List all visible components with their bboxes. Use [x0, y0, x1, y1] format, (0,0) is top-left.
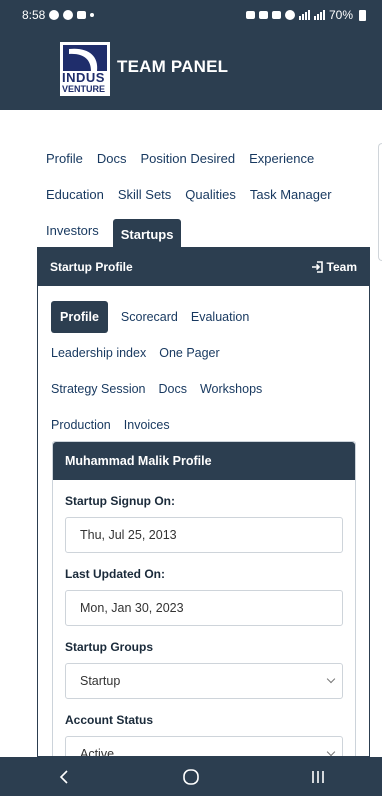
subtab-docs[interactable]: Docs [159, 382, 187, 396]
status-time: 8:58 [22, 8, 46, 22]
wifi-icon [284, 10, 295, 20]
app-title: TEAM PANEL [117, 57, 229, 76]
top-tabs: Profile Docs Position Desired Experience… [46, 140, 366, 250]
back-button[interactable] [34, 757, 94, 796]
startup-groups-select[interactable]: Startup [65, 663, 343, 699]
tab-docs[interactable]: Docs [97, 151, 127, 166]
home-circle-icon [183, 768, 199, 785]
logo-mark-icon [63, 45, 107, 71]
recents-icon [312, 770, 325, 783]
subtab-scorecard[interactable]: Scorecard [121, 310, 178, 324]
home-button[interactable] [161, 757, 221, 796]
system-nav-bar [0, 757, 382, 796]
tab-profile[interactable]: Profile [46, 151, 83, 166]
startup-groups-label: Startup Groups [65, 640, 154, 654]
team-link[interactable]: Team [311, 260, 357, 274]
status-bar: 8:58 70% [0, 0, 382, 30]
messenger-icon [49, 10, 60, 20]
whatsapp-icon [63, 10, 74, 20]
battery-percent: 70% [328, 8, 353, 22]
subtab-workshops[interactable]: Workshops [200, 382, 262, 396]
account-status-value: Active [80, 747, 115, 757]
chevron-left-icon [59, 769, 68, 784]
panel-title: Startup Profile [50, 260, 133, 274]
tab-position-desired[interactable]: Position Desired [140, 151, 235, 166]
last-updated-field[interactable]: Mon, Jan 30, 2023 [65, 590, 343, 626]
subtab-evaluation[interactable]: Evaluation [191, 310, 249, 324]
subtab-leadership-index[interactable]: Leadership index [51, 346, 146, 360]
app-header: INDUS VENTURE TEAM PANEL [0, 30, 382, 110]
tab-skill-sets[interactable]: Skill Sets [118, 187, 171, 202]
profile-form: Startup Signup On: Thu, Jul 25, 2013 Las… [53, 494, 355, 757]
mute-icon [271, 11, 281, 19]
profile-card: Muhammad Malik Profile Startup Signup On… [52, 441, 356, 757]
last-updated-value: Mon, Jan 30, 2023 [80, 601, 184, 615]
signal-2-icon [313, 10, 325, 20]
subtab-profile[interactable]: Profile [51, 301, 108, 333]
panel-header: Startup Profile Team [38, 248, 369, 286]
sign-in-icon [311, 261, 323, 273]
tab-startups[interactable]: Startups [112, 218, 182, 250]
startup-groups-value: Startup [80, 674, 121, 688]
subtab-production[interactable]: Production [51, 418, 111, 432]
side-drawer-handle[interactable] [378, 143, 382, 261]
signal-icon [298, 10, 310, 20]
recents-button[interactable] [288, 757, 348, 796]
subtab-strategy-session[interactable]: Strategy Session [51, 382, 146, 396]
tab-education[interactable]: Education [46, 187, 104, 202]
subtab-invoices[interactable]: Invoices [124, 418, 170, 432]
account-status-label: Account Status [65, 713, 154, 727]
tab-task-manager[interactable]: Task Manager [250, 187, 332, 202]
startup-profile-panel: Startup Profile Team Profile Scorecard E… [37, 247, 370, 757]
account-status-select[interactable]: Active [65, 736, 343, 757]
subtab-one-pager[interactable]: One Pager [159, 346, 219, 360]
tab-investors[interactable]: Investors [46, 223, 99, 238]
chevron-down-icon [326, 674, 336, 684]
signup-date-value: Thu, Jul 25, 2013 [80, 528, 177, 542]
vibrate-icon [258, 11, 268, 19]
signup-label: Startup Signup On: [65, 494, 175, 508]
team-link-label: Team [326, 260, 357, 274]
alarm-icon [245, 11, 255, 19]
chat-icon [77, 11, 87, 19]
more-notifications-icon [90, 13, 95, 17]
chevron-down-icon [326, 747, 336, 756]
battery-icon [359, 9, 366, 21]
signup-date-field[interactable]: Thu, Jul 25, 2013 [65, 517, 343, 553]
profile-card-title: Muhammad Malik Profile [53, 442, 355, 480]
logo-text: INDUS VENTURE [62, 70, 106, 94]
tab-experience[interactable]: Experience [249, 151, 314, 166]
sub-tabs: Profile Scorecard Evaluation Leadership … [51, 299, 361, 443]
last-updated-label: Last Updated On: [65, 567, 166, 581]
indus-venture-logo[interactable]: INDUS VENTURE [60, 42, 110, 96]
tab-qualities[interactable]: Qualities [185, 187, 236, 202]
